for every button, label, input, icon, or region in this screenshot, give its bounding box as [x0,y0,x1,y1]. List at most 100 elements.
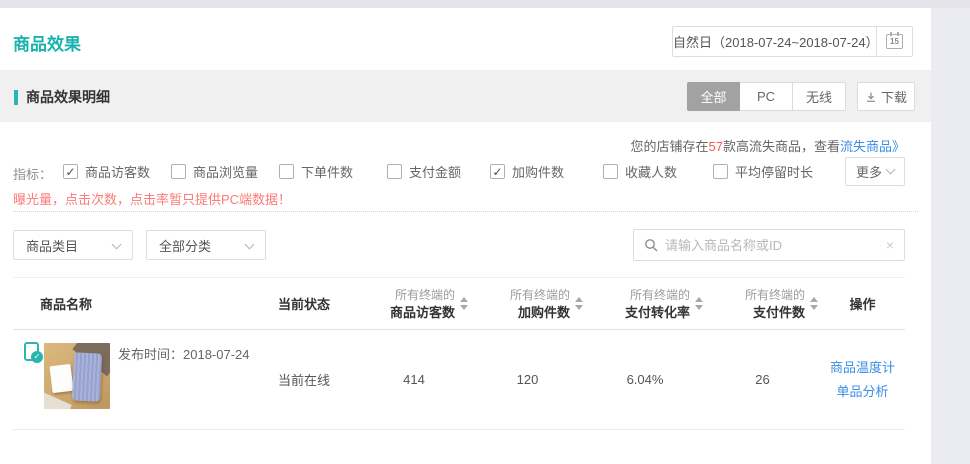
product-image[interactable] [44,343,110,409]
header-label: 操作 [849,294,875,313]
header-prefix: 所有终端的 [630,287,690,304]
metric-label: 收藏人数 [625,162,677,181]
visitors-value: 414 [403,372,425,387]
search-input[interactable] [665,238,879,253]
header-label: 支付转化率 [625,304,690,321]
single-product-analysis-link[interactable]: 单品分析 [836,385,888,398]
conversion-rate-value: 6.04% [627,372,664,387]
publish-time: 发布时间：2018-07-24 [118,347,250,362]
metrics-label: 指标： [13,164,52,183]
metric-checkbox-orders[interactable]: 下单件数 [279,162,353,181]
loss-products-link[interactable]: 流失商品》 [840,139,905,154]
page-right-strip [931,8,970,464]
tab-all[interactable]: 全部 [687,82,740,111]
white-shirt-shape [49,364,73,393]
clear-icon[interactable]: × [886,238,894,252]
dotted-divider [13,211,918,212]
floor-shape [44,391,72,409]
header-actions: 操作 [820,294,905,313]
metric-label: 商品浏览量 [193,162,258,181]
sort-icon[interactable] [810,297,818,310]
checkbox-icon[interactable] [171,164,186,179]
metric-checkbox-avg-stay-time[interactable]: 平均停留时长 [713,162,813,181]
calendar-icon[interactable]: 15 [876,27,912,56]
section-bar: 商品效果明细 全部 PC 无线 下载 [0,70,931,122]
product-search-box: × [633,229,905,261]
date-range-label: 自然日（2018-07-24~2018-07-24） [673,27,876,56]
date-range-selector[interactable]: 自然日（2018-07-24~2018-07-24） 15 [672,26,913,57]
classification-dropdown-value: 全部分类 [159,236,211,255]
checkbox-icon[interactable] [387,164,402,179]
table-row: ✓ 发布时间：2018-07-24 当前在线 414 [13,330,905,430]
metric-label: 支付金额 [409,162,461,181]
header-visitors: 所有终端的 商品访客数 [358,287,470,321]
table-header-row: 商品名称 当前状态 所有终端的 商品访客数 所有终端的 加购件数 [13,277,905,330]
checkbox-icon[interactable] [713,164,728,179]
product-name-cell: ✓ 发布时间：2018-07-24 [13,330,268,429]
header-label: 商品访客数 [390,304,455,321]
sort-icon[interactable] [695,297,703,310]
pc-data-warning: 曝光量，点击次数，点击率暂只提供PC端数据！ [13,189,291,208]
payment-count-cell: 26 [705,330,820,429]
header-label: 当前状态 [278,294,330,313]
header-current-status: 当前状态 [268,294,358,313]
product-info: 发布时间：2018-07-24 [118,344,250,363]
tab-pc[interactable]: PC [740,82,793,111]
notice-prefix: 您的店铺存在 [630,139,708,154]
product-thermometer-link[interactable]: 商品温度计 [830,361,895,374]
download-button[interactable]: 下载 [857,82,915,111]
terminal-tabs: 全部 PC 无线 [687,82,846,111]
mobile-online-icon: ✓ [24,342,39,361]
sort-icon[interactable] [575,297,583,310]
page-title: 商品效果 [13,30,81,55]
products-table: 商品名称 当前状态 所有终端的 商品访客数 所有终端的 加购件数 [13,277,905,430]
header-label: 支付件数 [753,304,805,321]
download-label: 下载 [881,87,907,106]
download-icon [865,91,877,103]
chevron-down-icon [245,239,255,249]
notice-middle: 款高流失商品，查看 [723,139,840,154]
header-prefix: 所有终端的 [745,287,805,304]
category-dropdown-value: 商品类目 [26,236,78,255]
loss-count: 57 [709,139,723,154]
actions-cell: 商品温度计 单品分析 [820,330,905,429]
metric-label: 商品访客数 [85,162,150,181]
content-card: 商品效果 自然日（2018-07-24~2018-07-24） 15 商品效果明… [0,0,931,464]
metric-checkbox-views[interactable]: 商品浏览量 [171,162,258,181]
header-conversion-rate: 所有终端的 支付转化率 [585,287,705,321]
page-top-strip [0,0,970,8]
visitors-cell: 414 [358,330,470,429]
classification-dropdown[interactable]: 全部分类 [146,230,266,260]
conversion-rate-cell: 6.04% [585,330,705,429]
metric-checkbox-visitors[interactable]: 商品访客数 [63,162,150,181]
metric-checkbox-payment-amount[interactable]: 支付金额 [387,162,461,181]
chevron-down-icon [886,165,896,175]
checkbox-icon[interactable] [63,164,78,179]
status-text: 当前在线 [278,370,330,389]
payment-count-value: 26 [755,372,769,387]
category-dropdown[interactable]: 商品类目 [13,230,133,260]
header-label: 商品名称 [40,294,92,313]
metric-checkbox-cart-adds[interactable]: 加购件数 [490,162,564,181]
checkbox-icon[interactable] [603,164,618,179]
metric-label: 平均停留时长 [735,162,813,181]
tab-wireless[interactable]: 无线 [793,82,846,111]
cart-adds-cell: 120 [470,330,585,429]
search-icon [644,238,658,252]
checkbox-icon[interactable] [490,164,505,179]
more-label: 更多 [856,162,882,181]
check-badge-icon: ✓ [31,351,43,363]
section-title: 商品效果明细 [26,87,110,107]
sort-icon[interactable] [460,297,468,310]
metric-checkbox-favorites[interactable]: 收藏人数 [603,162,677,181]
more-metrics-button[interactable]: 更多 [845,157,905,186]
checkbox-icon[interactable] [279,164,294,179]
status-cell: 当前在线 [268,330,358,429]
chevron-down-icon [112,239,122,249]
metric-label: 下单件数 [301,162,353,181]
header-payment-count: 所有终端的 支付件数 [705,287,820,321]
section-accent-bar [14,90,18,105]
cart-adds-value: 120 [517,372,539,387]
header-prefix: 所有终端的 [395,287,455,304]
header-prefix: 所有终端的 [510,287,570,304]
